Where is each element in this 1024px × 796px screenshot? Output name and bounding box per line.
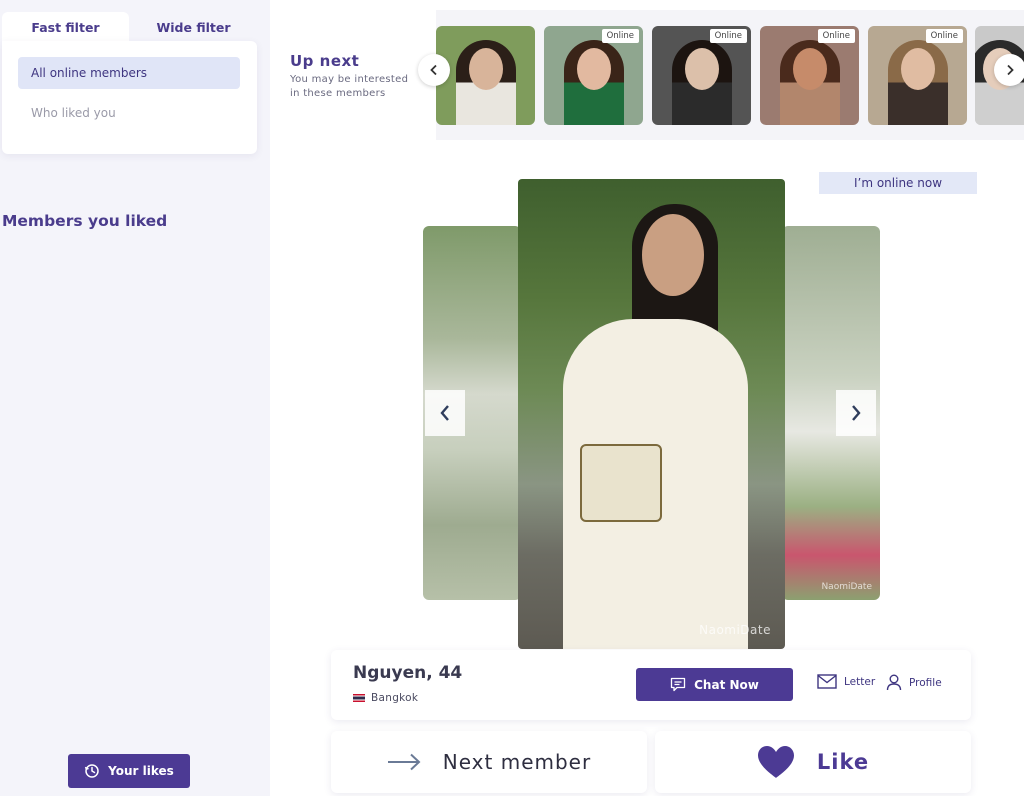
up-next-prev-button[interactable] [418,54,450,86]
next-member-button[interactable]: Next member [331,731,647,793]
arrow-right-icon [387,753,421,771]
heart-icon [757,746,794,778]
chat-icon [670,677,686,692]
member-info-bar: Nguyen, 44 Bangkok Chat Now Letter Profi… [331,650,971,720]
chevron-left-icon [430,64,437,76]
tab-wide-filter[interactable]: Wide filter [130,12,257,42]
carousel-prev-button[interactable] [425,390,465,436]
member-face [684,48,719,90]
carousel-next-button[interactable] [836,390,876,436]
tab-fast-filter[interactable]: Fast filter [2,12,129,42]
up-next-title: Up next [290,52,360,70]
up-next-thumb[interactable]: Online [760,26,859,125]
member-face [468,48,503,90]
member-face [792,48,827,90]
profile-button[interactable]: Profile [886,674,942,691]
up-next-thumb[interactable]: Online [868,26,967,125]
filter-card: Fast filter Wide filter All online membe… [2,12,257,154]
member-name: Nguyen, 44 [353,663,463,683]
watermark: NaomiDate [699,623,771,637]
chevron-right-icon [852,405,861,421]
up-next-thumb[interactable] [436,26,535,125]
profile-label: Profile [909,676,942,689]
chat-now-label: Chat Now [694,677,759,692]
filter-options-panel: All online members Who liked you [2,41,257,154]
members-liked-heading: Members you liked [2,212,168,230]
like-label: Like [816,750,870,774]
up-next-next-button[interactable] [994,54,1024,86]
member-main-photo[interactable]: NaomiDate [518,179,785,649]
your-likes-label: Your likes [108,764,174,778]
up-next-subtitle: You may be interested in these members [290,74,409,99]
next-member-label: Next member [442,750,592,774]
filter-option-all-online[interactable]: All online members [18,57,240,89]
your-likes-button[interactable]: Your likes [68,754,190,788]
envelope-icon [817,674,837,689]
online-badge: Online [925,29,963,43]
letter-label: Letter [844,675,876,688]
photo-face [642,214,704,296]
online-now-badge: I’m online now [819,172,977,194]
photo-bag [580,444,662,522]
chat-now-button[interactable]: Chat Now [636,668,793,701]
chevron-right-icon [1007,64,1014,76]
member-location-label: Bangkok [371,692,419,704]
history-icon [85,764,99,778]
letter-button[interactable]: Letter [817,674,875,689]
member-location: Bangkok [353,692,418,704]
like-button[interactable]: Like [655,731,971,793]
user-icon [886,674,902,691]
watermark: NaomiDate [821,582,872,592]
up-next-strip: Online Online Online Online [418,10,1024,140]
member-face [900,48,935,90]
online-badge: Online [709,29,747,43]
online-badge: Online [817,29,855,43]
chevron-left-icon [440,405,449,421]
sidebar: Fast filter Wide filter All online membe… [0,0,270,796]
online-badge: Online [601,29,639,43]
thailand-flag-icon [353,694,365,702]
up-next-thumb[interactable]: Online [652,26,751,125]
filter-option-who-liked-you[interactable]: Who liked you [18,97,240,129]
up-next-thumb[interactable]: Online [544,26,643,125]
member-face [576,48,611,90]
